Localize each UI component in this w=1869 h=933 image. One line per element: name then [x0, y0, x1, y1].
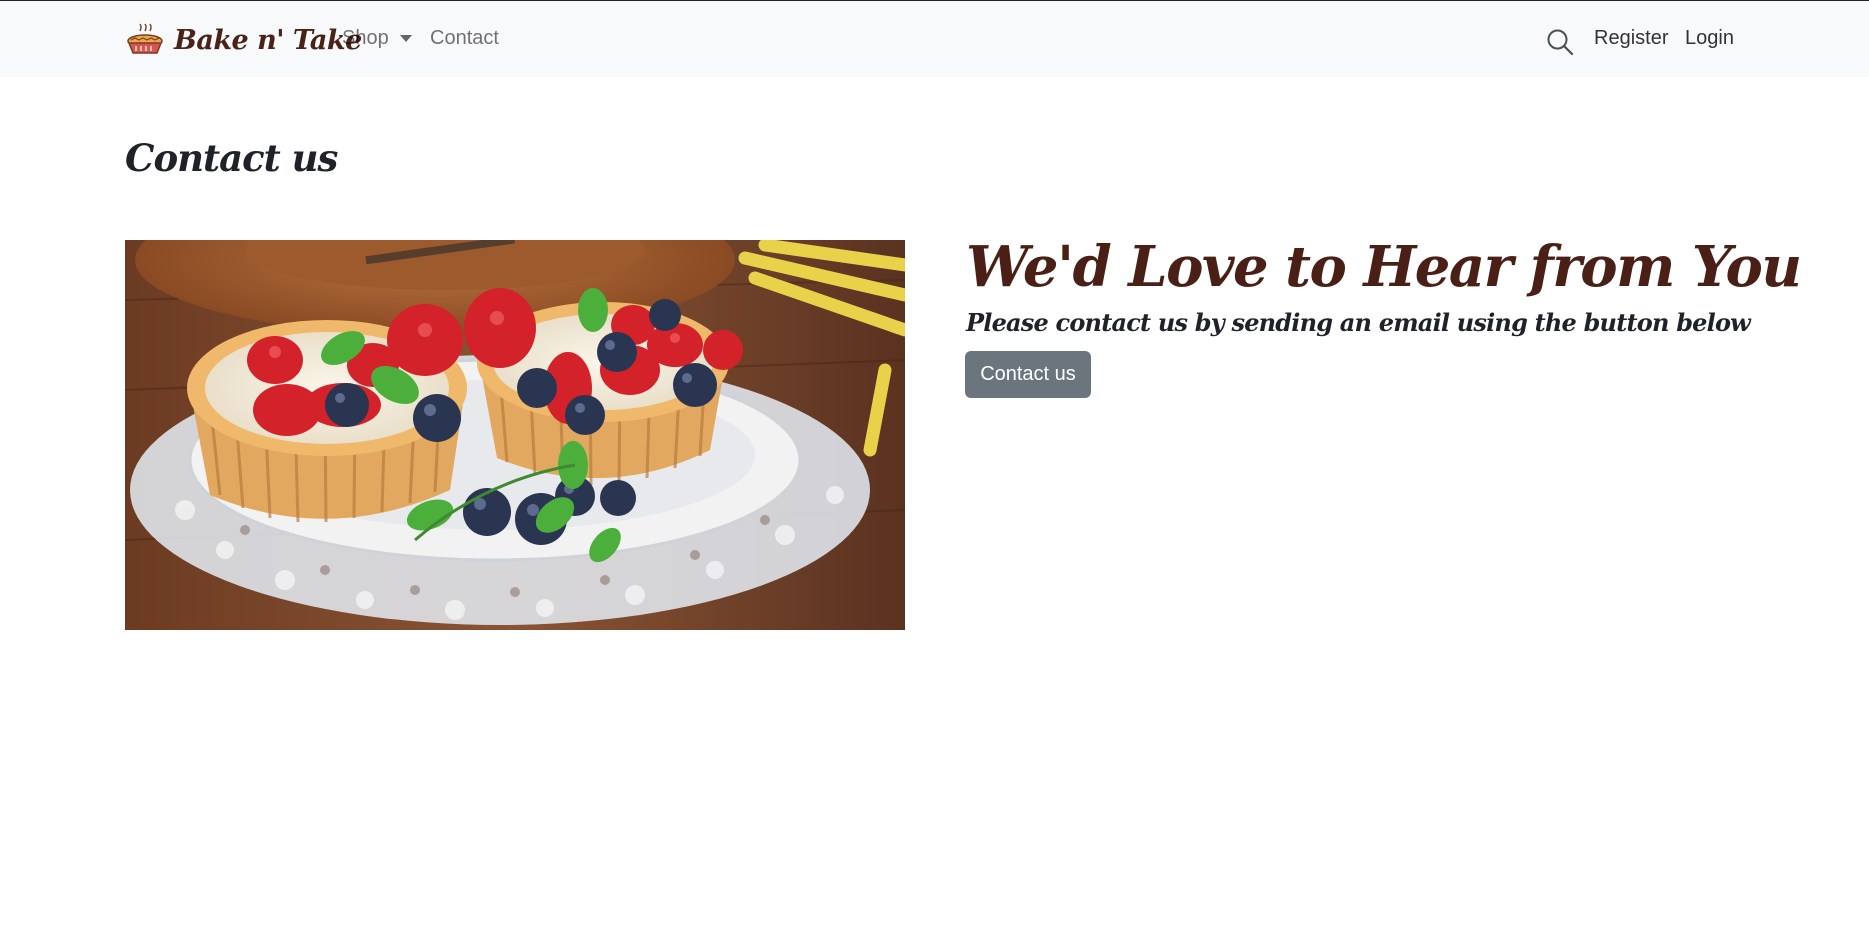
nav-login-link[interactable]: Login: [1685, 27, 1734, 50]
nav-shop-label: Shop: [342, 27, 389, 49]
pie-logo-icon: [127, 23, 163, 54]
contact-subline: Please contact us by sending an email us…: [966, 308, 1751, 337]
nav-shop-dropdown[interactable]: Shop: [342, 27, 412, 50]
brand-link[interactable]: Bake n' Take: [126, 23, 362, 57]
search-icon[interactable]: [1546, 28, 1574, 56]
fruit-tarts-image: [125, 240, 905, 630]
top-navbar: Bake n' Take Shop Contact Register Login: [0, 1, 1869, 77]
nav-contact-link[interactable]: Contact: [430, 27, 499, 50]
brand-name: Bake n' Take: [174, 24, 362, 56]
nav-register-link[interactable]: Register: [1594, 27, 1668, 50]
contact-us-button[interactable]: Contact us: [965, 351, 1091, 398]
page-title: Contact us: [125, 136, 338, 180]
chevron-down-icon: [399, 35, 412, 42]
contact-headline: We'd Love to Hear from You: [966, 234, 1802, 300]
